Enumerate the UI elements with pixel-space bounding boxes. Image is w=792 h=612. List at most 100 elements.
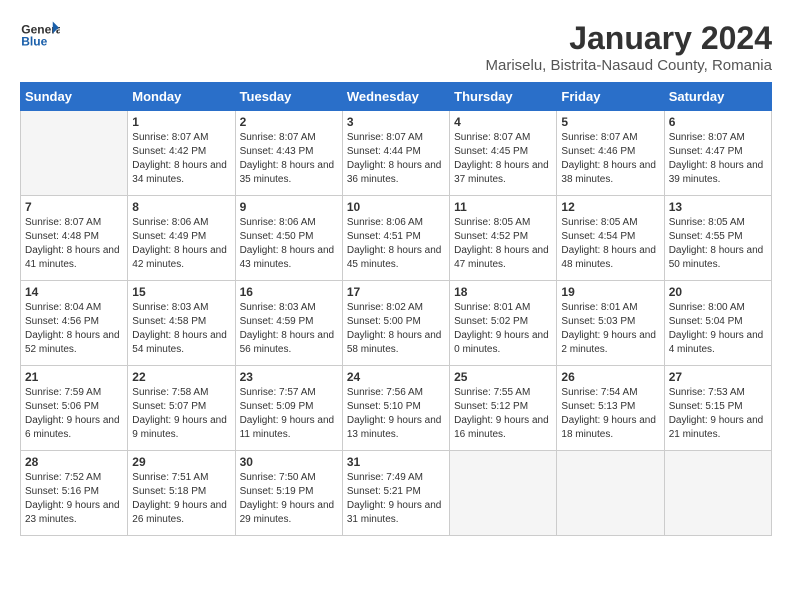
table-row: 24Sunrise: 7:56 AMSunset: 5:10 PMDayligh… — [342, 366, 449, 451]
day-info: Sunrise: 8:07 AMSunset: 4:46 PMDaylight:… — [561, 131, 659, 187]
day-info: Sunrise: 8:03 AMSunset: 4:58 PMDaylight:… — [132, 301, 230, 357]
day-info: Sunrise: 7:59 AMSunset: 5:06 PMDaylight:… — [25, 386, 123, 442]
day-info: Sunrise: 8:07 AMSunset: 4:48 PMDaylight:… — [25, 216, 123, 272]
table-row: 13 Sunrise: 8:05 AMSunset: 4:55 PMDayligh… — [664, 196, 771, 281]
day-info: Sunrise: 7:50 AMSunset: 5:19 PMDaylight:… — [240, 471, 338, 527]
day-number: 21 — [25, 370, 123, 384]
day-number: 1 — [132, 115, 230, 129]
header-saturday: Saturday — [664, 83, 771, 111]
table-row: 6Sunrise: 8:07 AMSunset: 4:47 PMDaylight… — [664, 111, 771, 196]
week-row-3: 14 Sunrise: 8:04 AMSunset: 4:56 PMDayligh… — [21, 281, 772, 366]
day-number: 6 — [669, 115, 767, 129]
header-monday: Monday — [128, 83, 235, 111]
day-number: 12 — [561, 200, 659, 214]
day-number: 17 — [347, 285, 445, 299]
day-number: 3 — [347, 115, 445, 129]
table-row: 15 Sunrise: 8:03 AMSunset: 4:58 PMDayligh… — [128, 281, 235, 366]
day-info: Sunrise: 7:52 AMSunset: 5:16 PMDaylight:… — [25, 471, 123, 527]
table-row: 4 Sunrise: 8:07 AMSunset: 4:45 PMDaylight… — [450, 111, 557, 196]
day-number: 18 — [454, 285, 552, 299]
day-number: 7 — [25, 200, 123, 214]
day-number: 19 — [561, 285, 659, 299]
table-row: 18Sunrise: 8:01 AMSunset: 5:02 PMDayligh… — [450, 281, 557, 366]
day-number: 15 — [132, 285, 230, 299]
header-tuesday: Tuesday — [235, 83, 342, 111]
calendar-table: Sunday Monday Tuesday Wednesday Thursday… — [20, 82, 772, 536]
table-row — [450, 451, 557, 536]
day-info: Sunrise: 7:55 AMSunset: 5:12 PMDaylight:… — [454, 386, 552, 442]
day-number: 13 — [669, 200, 767, 214]
day-number: 24 — [347, 370, 445, 384]
day-info: Sunrise: 8:05 AMSunset: 4:55 PMDaylight:… — [669, 216, 767, 272]
header-thursday: Thursday — [450, 83, 557, 111]
day-number: 23 — [240, 370, 338, 384]
day-info: Sunrise: 8:05 AMSunset: 4:54 PMDaylight:… — [561, 216, 659, 272]
week-row-5: 28 Sunrise: 7:52 AMSunset: 5:16 PMDayligh… — [21, 451, 772, 536]
table-row: 7 Sunrise: 8:07 AMSunset: 4:48 PMDaylight… — [21, 196, 128, 281]
table-row: 22 Sunrise: 7:58 AMSunset: 5:07 PMDayligh… — [128, 366, 235, 451]
table-row: 30 Sunrise: 7:50 AMSunset: 5:19 PMDayligh… — [235, 451, 342, 536]
table-row: 26 Sunrise: 7:54 AMSunset: 5:13 PMDayligh… — [557, 366, 664, 451]
day-number: 28 — [25, 455, 123, 469]
table-row: 3 Sunrise: 8:07 AMSunset: 4:44 PMDaylight… — [342, 111, 449, 196]
table-row — [21, 111, 128, 196]
header-sunday: Sunday — [21, 83, 128, 111]
table-row: 11 Sunrise: 8:05 AMSunset: 4:52 PMDayligh… — [450, 196, 557, 281]
table-row: 31Sunrise: 7:49 AMSunset: 5:21 PMDayligh… — [342, 451, 449, 536]
day-number: 4 — [454, 115, 552, 129]
table-row: 14 Sunrise: 8:04 AMSunset: 4:56 PMDayligh… — [21, 281, 128, 366]
day-info: Sunrise: 7:53 AMSunset: 5:15 PMDaylight:… — [669, 386, 767, 442]
day-info: Sunrise: 8:07 AMSunset: 4:43 PMDaylight:… — [240, 131, 338, 187]
header-friday: Friday — [557, 83, 664, 111]
table-row: 25Sunrise: 7:55 AMSunset: 5:12 PMDayligh… — [450, 366, 557, 451]
day-info: Sunrise: 8:03 AMSunset: 4:59 PMDaylight:… — [240, 301, 338, 357]
day-info: Sunrise: 7:58 AMSunset: 5:07 PMDaylight:… — [132, 386, 230, 442]
day-number: 2 — [240, 115, 338, 129]
day-number: 9 — [240, 200, 338, 214]
week-row-2: 7 Sunrise: 8:07 AMSunset: 4:48 PMDaylight… — [21, 196, 772, 281]
table-row: 2 Sunrise: 8:07 AMSunset: 4:43 PMDaylight… — [235, 111, 342, 196]
table-row: 5 Sunrise: 8:07 AMSunset: 4:46 PMDaylight… — [557, 111, 664, 196]
day-info: Sunrise: 8:06 AMSunset: 4:49 PMDaylight:… — [132, 216, 230, 272]
svg-text:Blue: Blue — [21, 35, 47, 49]
day-number: 27 — [669, 370, 767, 384]
table-row — [664, 451, 771, 536]
day-number: 22 — [132, 370, 230, 384]
days-header-row: Sunday Monday Tuesday Wednesday Thursday… — [21, 83, 772, 111]
table-row: 27 Sunrise: 7:53 AMSunset: 5:15 PMDayligh… — [664, 366, 771, 451]
day-number: 20 — [669, 285, 767, 299]
day-number: 5 — [561, 115, 659, 129]
table-row — [557, 451, 664, 536]
week-row-1: 1Sunrise: 8:07 AMSunset: 4:42 PMDaylight… — [21, 111, 772, 196]
table-row: 29Sunrise: 7:51 AMSunset: 5:18 PMDayligh… — [128, 451, 235, 536]
table-row: 19 Sunrise: 8:01 AMSunset: 5:03 PMDayligh… — [557, 281, 664, 366]
day-number: 30 — [240, 455, 338, 469]
day-number: 11 — [454, 200, 552, 214]
day-number: 16 — [240, 285, 338, 299]
day-info: Sunrise: 8:07 AMSunset: 4:45 PMDaylight:… — [454, 131, 552, 187]
table-row: 9 Sunrise: 8:06 AMSunset: 4:50 PMDaylight… — [235, 196, 342, 281]
calendar-subtitle: Mariselu, Bistrita-Nasaud County, Romani… — [485, 57, 772, 74]
week-row-4: 21 Sunrise: 7:59 AMSunset: 5:06 PMDayligh… — [21, 366, 772, 451]
table-row: 1Sunrise: 8:07 AMSunset: 4:42 PMDaylight… — [128, 111, 235, 196]
day-info: Sunrise: 8:01 AMSunset: 5:03 PMDaylight:… — [561, 301, 659, 357]
day-info: Sunrise: 8:02 AMSunset: 5:00 PMDaylight:… — [347, 301, 445, 357]
header-wednesday: Wednesday — [342, 83, 449, 111]
day-info: Sunrise: 8:04 AMSunset: 4:56 PMDaylight:… — [25, 301, 123, 357]
table-row: 16 Sunrise: 8:03 AMSunset: 4:59 PMDayligh… — [235, 281, 342, 366]
calendar-title: January 2024 — [485, 20, 772, 57]
day-number: 10 — [347, 200, 445, 214]
day-info: Sunrise: 8:06 AMSunset: 4:50 PMDaylight:… — [240, 216, 338, 272]
generalblue-logo-icon: General Blue — [20, 20, 60, 50]
day-number: 14 — [25, 285, 123, 299]
day-number: 29 — [132, 455, 230, 469]
day-info: Sunrise: 8:05 AMSunset: 4:52 PMDaylight:… — [454, 216, 552, 272]
logo: General Blue — [20, 20, 60, 50]
title-area: January 2024 Mariselu, Bistrita-Nasaud C… — [485, 20, 772, 74]
day-info: Sunrise: 8:06 AMSunset: 4:51 PMDaylight:… — [347, 216, 445, 272]
day-info: Sunrise: 7:54 AMSunset: 5:13 PMDaylight:… — [561, 386, 659, 442]
day-info: Sunrise: 7:57 AMSunset: 5:09 PMDaylight:… — [240, 386, 338, 442]
day-number: 26 — [561, 370, 659, 384]
day-info: Sunrise: 7:49 AMSunset: 5:21 PMDaylight:… — [347, 471, 445, 527]
day-info: Sunrise: 8:07 AMSunset: 4:44 PMDaylight:… — [347, 131, 445, 187]
